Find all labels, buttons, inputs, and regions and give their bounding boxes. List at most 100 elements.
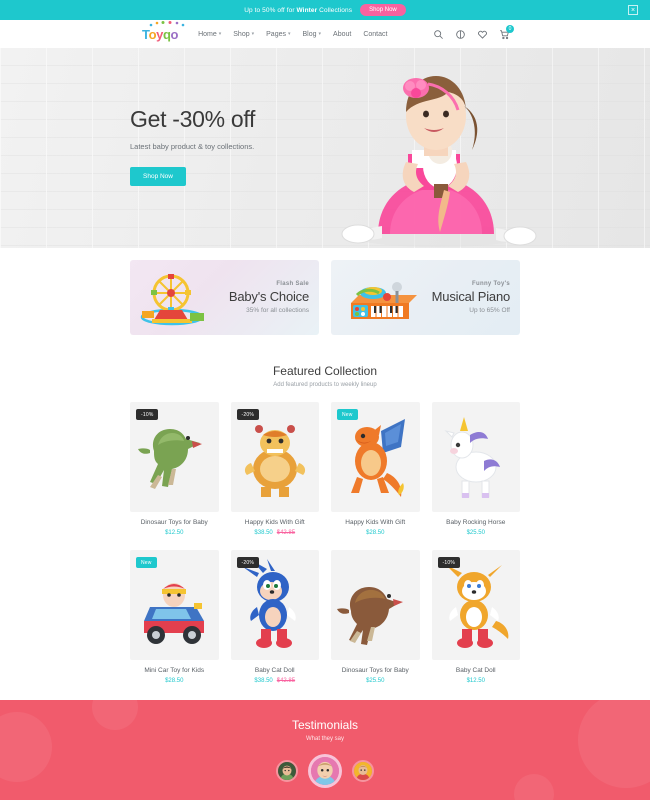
product-badge: -10%: [136, 409, 159, 420]
avatar[interactable]: [276, 760, 298, 782]
product-badge: -20%: [236, 409, 259, 420]
announcement-shop-now-button[interactable]: Shop Now: [360, 4, 406, 16]
product-price-group: $38.50 $42.85: [231, 678, 320, 684]
announcement-text-before: Up to 50% off for: [244, 6, 297, 14]
cart-icon[interactable]: 0: [499, 24, 514, 40]
mini-car-toy-icon: [144, 583, 205, 644]
product-name: Mini Car Toy for Kids: [144, 667, 205, 674]
nav-item-about[interactable]: About: [333, 31, 351, 38]
promo-text-block: Flash Sale Baby's Choice 35% for all col…: [224, 281, 319, 314]
testimonial-avatar-list: [0, 754, 650, 788]
bowser-figure-toy-icon: [244, 425, 305, 497]
nav-label: Home: [198, 30, 217, 38]
ferris-wheel-toy-icon: [140, 273, 204, 325]
product-price-group: $12.50: [130, 530, 219, 536]
product-price: $25.50: [466, 530, 485, 536]
product-image[interactable]: -20%: [230, 550, 319, 660]
product-card[interactable]: New Mini Car Toy for Kids $28.50: [130, 550, 219, 684]
close-icon[interactable]: ×: [628, 5, 638, 15]
avatar-image-3: [354, 762, 372, 780]
product-card[interactable]: -10% Dinosaur Toys for Baby $12.50: [130, 402, 219, 536]
product-grid-row-1: -10% Dinosaur Toys for Baby $12.50 -20%: [0, 388, 650, 536]
testimonials-title: Testimonials: [291, 718, 359, 732]
hero-banner: Get -30% off Latest baby product & toy c…: [0, 48, 650, 248]
dinosaur-green-toy-icon: [138, 429, 203, 489]
product-name: Dinosaur Toys for Baby: [140, 519, 208, 526]
product-image[interactable]: -10%: [130, 402, 219, 512]
tails-figure-toy-icon: [445, 565, 509, 648]
product-image[interactable]: New: [130, 550, 219, 660]
product-image[interactable]: New: [331, 402, 420, 512]
product-price: $25.50: [366, 678, 385, 684]
dinosaur-brown-toy-icon: [337, 587, 404, 645]
promo-banner-babys-choice[interactable]: Flash Sale Baby's Choice 35% for all col…: [130, 260, 319, 335]
hero-title: Get -30% off: [130, 106, 256, 132]
promo-title: Musical Piano: [431, 289, 511, 304]
page-title: Featured Collection: [272, 364, 378, 378]
product-card[interactable]: New Happy Kids With Gift $28.50: [331, 402, 420, 536]
product-name: Happy Kids With Gift: [244, 519, 305, 526]
product-card[interactable]: Dinosaur Toys for Baby $25.50: [331, 550, 420, 684]
product-grid-row-2: New Mini Car Toy for Kids $28.50 -20% Ba…: [0, 536, 650, 684]
nav-label: Blog: [302, 30, 317, 38]
product-badge: New: [337, 409, 358, 420]
avatar[interactable]: [308, 754, 342, 788]
avatar[interactable]: [352, 760, 374, 782]
product-price: $12.50: [165, 530, 184, 536]
announcement-text-after: Collections: [317, 6, 353, 14]
product-name: Baby Cat Doll: [254, 667, 295, 674]
chevron-down-icon: ▾: [288, 31, 291, 37]
product-old-price: $42.85: [276, 530, 296, 536]
chevron-down-icon: ▾: [318, 31, 322, 37]
logo-letter-1: T: [142, 26, 149, 42]
promo-note: 35% for all collections: [246, 307, 309, 314]
featured-collection-header: Featured Collection Add featured product…: [0, 358, 650, 388]
hero-shop-now-button[interactable]: Shop Now: [130, 167, 186, 186]
site-logo[interactable]: Toyqo: [142, 20, 185, 42]
compare-icon[interactable]: [455, 29, 466, 40]
promo-text-block: Funny Toy's Musical Piano Up to 65% Off: [425, 281, 520, 314]
search-icon[interactable]: [433, 29, 444, 40]
header-icon-group: 0: [433, 24, 514, 40]
product-price: $12.50: [466, 678, 485, 684]
logo-letter-3: y: [156, 26, 163, 42]
product-image[interactable]: -10%: [431, 550, 520, 660]
cart-count-badge: 0: [506, 24, 514, 33]
promo-note: Up to 65% Off: [469, 307, 510, 314]
nav-item-contact[interactable]: Contact: [363, 31, 387, 38]
testimonials-subtitle: What they say: [305, 736, 344, 742]
logo-decoration-icon: [149, 20, 185, 26]
product-image[interactable]: [431, 402, 520, 512]
product-price-group: $28.50: [130, 678, 219, 684]
product-card[interactable]: Baby Rocking Horse $25.50: [431, 402, 520, 536]
nav-item-home[interactable]: Home ▾: [198, 31, 221, 38]
product-price-group: $28.50: [331, 530, 420, 536]
hero-content: Get -30% off Latest baby product & toy c…: [130, 106, 255, 186]
chevron-down-icon: ▾: [218, 31, 222, 37]
promo-banner-row: Flash Sale Baby's Choice 35% for all col…: [0, 248, 650, 358]
nav-label: Pages: [266, 30, 286, 38]
product-card[interactable]: -20% Baby Cat Doll $38.50 $42.85: [230, 550, 320, 684]
site-header: Toyqo Home ▾ Shop ▾ Pages ▾ Blog ▾ About…: [0, 20, 650, 48]
product-image[interactable]: -20%: [230, 402, 319, 512]
chevron-down-icon: ▾: [251, 31, 255, 37]
hero-girl-with-doll-image: [341, 76, 537, 247]
wishlist-heart-icon[interactable]: [477, 29, 488, 40]
logo-letter-4: q: [162, 26, 171, 42]
hero-subtitle: Latest baby product & toy collections.: [130, 142, 255, 151]
promo-kicker: Flash Sale: [276, 281, 309, 287]
product-price-group: $38.50 $42.85: [231, 530, 320, 536]
nav-item-shop[interactable]: Shop ▾: [233, 31, 254, 38]
promo-banner-musical-piano[interactable]: Funny Toy's Musical Piano Up to 65% Off: [331, 260, 520, 335]
product-name: Dinosaur Toys for Baby: [341, 667, 409, 674]
product-card[interactable]: -10% Baby Cat Doll $12.50: [431, 550, 521, 684]
logo-letter-2: o: [148, 26, 157, 42]
product-name: Baby Rocking Horse: [446, 519, 506, 526]
product-price-group: $12.50: [432, 678, 521, 684]
product-card[interactable]: -20% Happy Kids With Gift $38.50 $42.85: [230, 402, 320, 536]
nav-label: Shop: [233, 30, 250, 38]
product-badge: -20%: [236, 557, 259, 568]
product-image[interactable]: [331, 550, 420, 660]
nav-item-pages[interactable]: Pages ▾: [266, 31, 290, 38]
nav-item-blog[interactable]: Blog ▾: [303, 31, 322, 38]
